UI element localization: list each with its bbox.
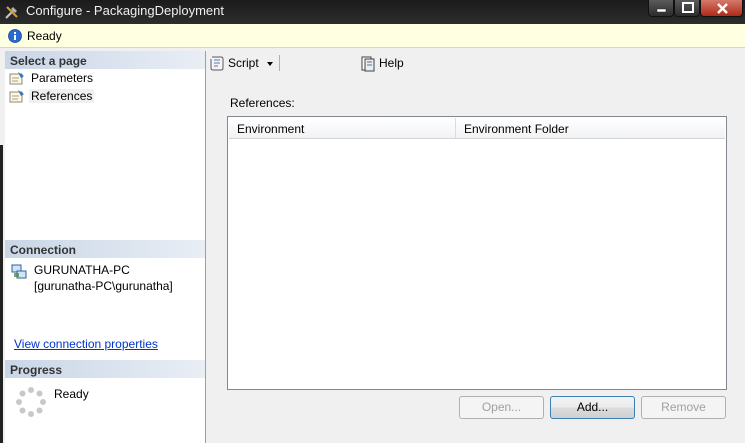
toolbar-separator (279, 55, 280, 71)
connection-server: GURUNATHA-PC (34, 263, 130, 277)
progress-header: Progress (5, 360, 205, 378)
view-connection-properties-link[interactable]: View connection properties (14, 337, 158, 351)
close-button[interactable] (700, 0, 743, 17)
connection-header: Connection (5, 240, 205, 258)
minimize-icon (656, 8, 667, 13)
references-label: References: (230, 96, 295, 110)
progress-status: Ready (54, 387, 89, 401)
references-grid[interactable]: Environment Environment Folder (227, 116, 727, 390)
column-header-environment[interactable]: Environment (229, 118, 456, 138)
connection-user: [gurunatha-PC\gurunatha] (34, 279, 173, 293)
column-header-environment-folder[interactable]: Environment Folder (456, 118, 725, 138)
dropdown-arrow-icon[interactable] (267, 62, 273, 66)
page-icon (9, 90, 24, 103)
server-connection-icon (11, 264, 27, 279)
maximize-button[interactable] (674, 0, 700, 17)
toolbar: Script Help (206, 51, 745, 75)
maximize-icon (682, 2, 694, 13)
close-icon (717, 3, 728, 14)
help-button[interactable]: Help (282, 53, 404, 73)
window-titlebar: Configure - PackagingDeployment (0, 0, 745, 24)
status-text: Ready (27, 29, 62, 43)
help-book-icon (361, 56, 375, 72)
background-strip (0, 145, 3, 443)
script-label: Script (228, 56, 259, 70)
configure-tools-icon (5, 6, 18, 19)
page-item-label: Parameters (31, 71, 94, 85)
grid-header: Environment Environment Folder (229, 118, 725, 139)
info-icon (8, 29, 22, 43)
add-button[interactable]: Add... (550, 396, 635, 419)
status-bar: Ready (0, 24, 745, 48)
script-button[interactable]: Script (206, 53, 278, 73)
progress-spinner-icon (16, 387, 46, 417)
remove-button[interactable]: Remove (641, 396, 726, 419)
open-button[interactable]: Open... (459, 396, 544, 419)
window-title: Configure - PackagingDeployment (26, 3, 224, 18)
page-icon (9, 72, 24, 85)
select-page-header: Select a page (5, 51, 205, 69)
pane-divider (205, 51, 206, 443)
minimize-button[interactable] (648, 0, 674, 17)
help-label: Help (379, 56, 404, 70)
page-item-label: References (29, 89, 95, 103)
script-icon (210, 56, 224, 71)
left-pane: Select a page Parameters References Conn… (5, 51, 205, 443)
